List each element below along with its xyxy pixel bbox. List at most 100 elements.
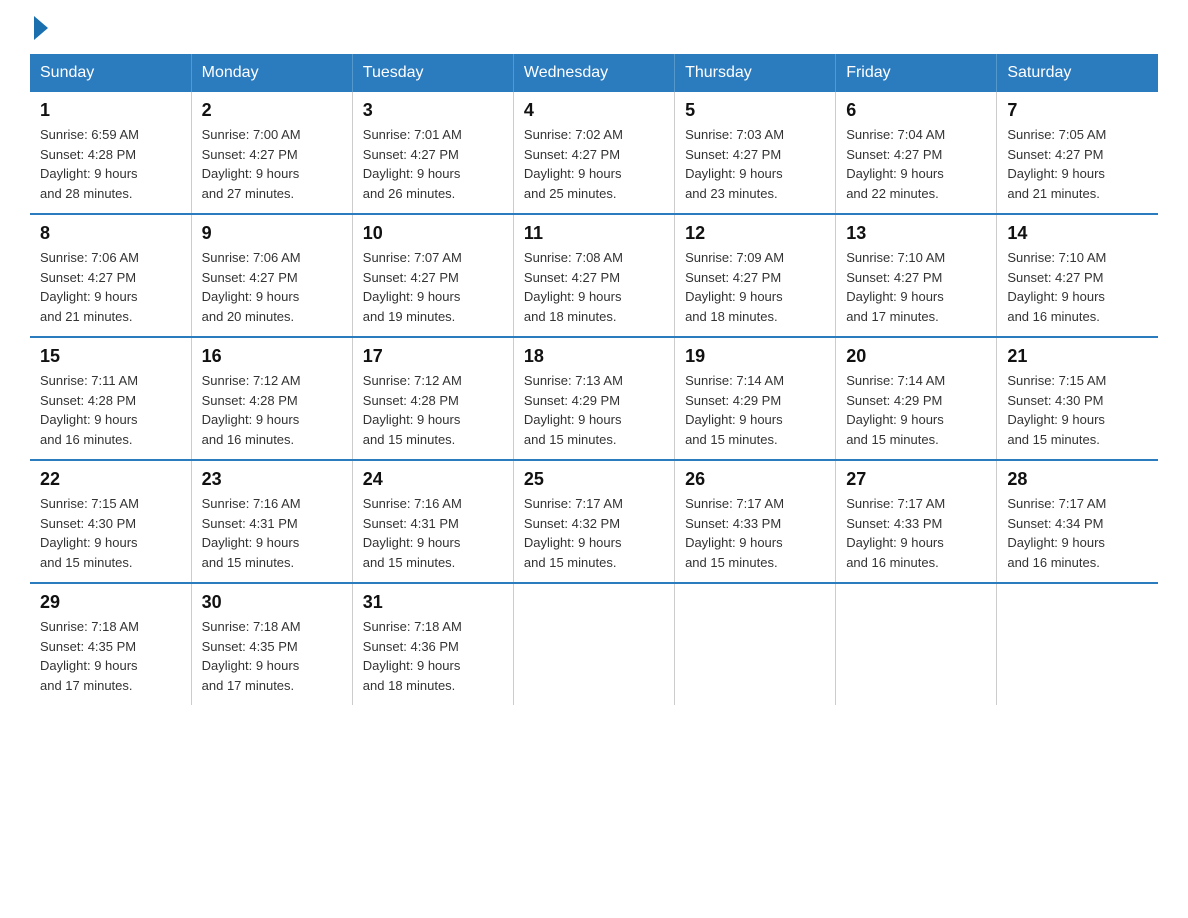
day-info: Sunrise: 7:10 AM Sunset: 4:27 PM Dayligh… [846, 248, 986, 326]
day-info: Sunrise: 6:59 AM Sunset: 4:28 PM Dayligh… [40, 125, 181, 203]
calendar-week-row: 22 Sunrise: 7:15 AM Sunset: 4:30 PM Dayl… [30, 460, 1158, 583]
calendar-cell: 22 Sunrise: 7:15 AM Sunset: 4:30 PM Dayl… [30, 460, 191, 583]
calendar-cell: 23 Sunrise: 7:16 AM Sunset: 4:31 PM Dayl… [191, 460, 352, 583]
day-info: Sunrise: 7:17 AM Sunset: 4:33 PM Dayligh… [685, 494, 825, 572]
calendar-header-wednesday: Wednesday [513, 54, 674, 92]
calendar-table: SundayMondayTuesdayWednesdayThursdayFrid… [30, 54, 1158, 705]
day-info: Sunrise: 7:09 AM Sunset: 4:27 PM Dayligh… [685, 248, 825, 326]
calendar-week-row: 8 Sunrise: 7:06 AM Sunset: 4:27 PM Dayli… [30, 214, 1158, 337]
day-number: 20 [846, 346, 986, 367]
day-info: Sunrise: 7:02 AM Sunset: 4:27 PM Dayligh… [524, 125, 664, 203]
calendar-cell: 19 Sunrise: 7:14 AM Sunset: 4:29 PM Dayl… [675, 337, 836, 460]
day-number: 7 [1007, 100, 1148, 121]
day-number: 14 [1007, 223, 1148, 244]
calendar-cell: 14 Sunrise: 7:10 AM Sunset: 4:27 PM Dayl… [997, 214, 1158, 337]
day-info: Sunrise: 7:16 AM Sunset: 4:31 PM Dayligh… [202, 494, 342, 572]
calendar-cell: 3 Sunrise: 7:01 AM Sunset: 4:27 PM Dayli… [352, 92, 513, 214]
day-info: Sunrise: 7:14 AM Sunset: 4:29 PM Dayligh… [846, 371, 986, 449]
day-number: 4 [524, 100, 664, 121]
day-info: Sunrise: 7:15 AM Sunset: 4:30 PM Dayligh… [40, 494, 181, 572]
day-number: 21 [1007, 346, 1148, 367]
day-info: Sunrise: 7:18 AM Sunset: 4:36 PM Dayligh… [363, 617, 503, 695]
day-info: Sunrise: 7:13 AM Sunset: 4:29 PM Dayligh… [524, 371, 664, 449]
calendar-cell: 15 Sunrise: 7:11 AM Sunset: 4:28 PM Dayl… [30, 337, 191, 460]
day-number: 15 [40, 346, 181, 367]
day-info: Sunrise: 7:03 AM Sunset: 4:27 PM Dayligh… [685, 125, 825, 203]
day-number: 17 [363, 346, 503, 367]
calendar-cell: 26 Sunrise: 7:17 AM Sunset: 4:33 PM Dayl… [675, 460, 836, 583]
calendar-cell: 31 Sunrise: 7:18 AM Sunset: 4:36 PM Dayl… [352, 583, 513, 705]
day-info: Sunrise: 7:06 AM Sunset: 4:27 PM Dayligh… [40, 248, 181, 326]
day-number: 27 [846, 469, 986, 490]
logo[interactable] [30, 20, 48, 36]
calendar-cell: 7 Sunrise: 7:05 AM Sunset: 4:27 PM Dayli… [997, 92, 1158, 214]
calendar-cell: 16 Sunrise: 7:12 AM Sunset: 4:28 PM Dayl… [191, 337, 352, 460]
day-info: Sunrise: 7:17 AM Sunset: 4:33 PM Dayligh… [846, 494, 986, 572]
calendar-cell [513, 583, 674, 705]
day-info: Sunrise: 7:18 AM Sunset: 4:35 PM Dayligh… [40, 617, 181, 695]
calendar-cell: 6 Sunrise: 7:04 AM Sunset: 4:27 PM Dayli… [836, 92, 997, 214]
day-info: Sunrise: 7:08 AM Sunset: 4:27 PM Dayligh… [524, 248, 664, 326]
calendar-cell: 24 Sunrise: 7:16 AM Sunset: 4:31 PM Dayl… [352, 460, 513, 583]
day-number: 8 [40, 223, 181, 244]
day-number: 23 [202, 469, 342, 490]
day-info: Sunrise: 7:16 AM Sunset: 4:31 PM Dayligh… [363, 494, 503, 572]
calendar-cell: 21 Sunrise: 7:15 AM Sunset: 4:30 PM Dayl… [997, 337, 1158, 460]
calendar-week-row: 29 Sunrise: 7:18 AM Sunset: 4:35 PM Dayl… [30, 583, 1158, 705]
day-number: 24 [363, 469, 503, 490]
day-info: Sunrise: 7:10 AM Sunset: 4:27 PM Dayligh… [1007, 248, 1148, 326]
calendar-header-tuesday: Tuesday [352, 54, 513, 92]
calendar-cell: 10 Sunrise: 7:07 AM Sunset: 4:27 PM Dayl… [352, 214, 513, 337]
calendar-cell [997, 583, 1158, 705]
day-number: 31 [363, 592, 503, 613]
day-number: 26 [685, 469, 825, 490]
calendar-header-sunday: Sunday [30, 54, 191, 92]
calendar-cell: 8 Sunrise: 7:06 AM Sunset: 4:27 PM Dayli… [30, 214, 191, 337]
day-number: 12 [685, 223, 825, 244]
calendar-cell: 13 Sunrise: 7:10 AM Sunset: 4:27 PM Dayl… [836, 214, 997, 337]
day-number: 13 [846, 223, 986, 244]
calendar-cell: 28 Sunrise: 7:17 AM Sunset: 4:34 PM Dayl… [997, 460, 1158, 583]
day-info: Sunrise: 7:17 AM Sunset: 4:34 PM Dayligh… [1007, 494, 1148, 572]
day-info: Sunrise: 7:00 AM Sunset: 4:27 PM Dayligh… [202, 125, 342, 203]
calendar-cell: 4 Sunrise: 7:02 AM Sunset: 4:27 PM Dayli… [513, 92, 674, 214]
calendar-header-monday: Monday [191, 54, 352, 92]
calendar-header-friday: Friday [836, 54, 997, 92]
day-number: 22 [40, 469, 181, 490]
day-number: 11 [524, 223, 664, 244]
day-number: 16 [202, 346, 342, 367]
page-header [30, 20, 1158, 36]
day-info: Sunrise: 7:11 AM Sunset: 4:28 PM Dayligh… [40, 371, 181, 449]
calendar-cell: 27 Sunrise: 7:17 AM Sunset: 4:33 PM Dayl… [836, 460, 997, 583]
calendar-cell: 12 Sunrise: 7:09 AM Sunset: 4:27 PM Dayl… [675, 214, 836, 337]
day-info: Sunrise: 7:18 AM Sunset: 4:35 PM Dayligh… [202, 617, 342, 695]
day-number: 9 [202, 223, 342, 244]
calendar-cell: 5 Sunrise: 7:03 AM Sunset: 4:27 PM Dayli… [675, 92, 836, 214]
calendar-body: 1 Sunrise: 6:59 AM Sunset: 4:28 PM Dayli… [30, 92, 1158, 705]
calendar-week-row: 1 Sunrise: 6:59 AM Sunset: 4:28 PM Dayli… [30, 92, 1158, 214]
calendar-header-thursday: Thursday [675, 54, 836, 92]
day-number: 6 [846, 100, 986, 121]
day-info: Sunrise: 7:05 AM Sunset: 4:27 PM Dayligh… [1007, 125, 1148, 203]
day-info: Sunrise: 7:06 AM Sunset: 4:27 PM Dayligh… [202, 248, 342, 326]
day-info: Sunrise: 7:15 AM Sunset: 4:30 PM Dayligh… [1007, 371, 1148, 449]
day-info: Sunrise: 7:04 AM Sunset: 4:27 PM Dayligh… [846, 125, 986, 203]
day-number: 30 [202, 592, 342, 613]
day-number: 1 [40, 100, 181, 121]
calendar-cell: 11 Sunrise: 7:08 AM Sunset: 4:27 PM Dayl… [513, 214, 674, 337]
calendar-cell [836, 583, 997, 705]
calendar-cell: 9 Sunrise: 7:06 AM Sunset: 4:27 PM Dayli… [191, 214, 352, 337]
day-number: 25 [524, 469, 664, 490]
calendar-header-saturday: Saturday [997, 54, 1158, 92]
day-info: Sunrise: 7:12 AM Sunset: 4:28 PM Dayligh… [202, 371, 342, 449]
calendar-cell: 1 Sunrise: 6:59 AM Sunset: 4:28 PM Dayli… [30, 92, 191, 214]
day-number: 10 [363, 223, 503, 244]
calendar-cell: 30 Sunrise: 7:18 AM Sunset: 4:35 PM Dayl… [191, 583, 352, 705]
calendar-cell: 25 Sunrise: 7:17 AM Sunset: 4:32 PM Dayl… [513, 460, 674, 583]
calendar-cell: 20 Sunrise: 7:14 AM Sunset: 4:29 PM Dayl… [836, 337, 997, 460]
calendar-cell: 2 Sunrise: 7:00 AM Sunset: 4:27 PM Dayli… [191, 92, 352, 214]
calendar-cell: 17 Sunrise: 7:12 AM Sunset: 4:28 PM Dayl… [352, 337, 513, 460]
calendar-cell: 18 Sunrise: 7:13 AM Sunset: 4:29 PM Dayl… [513, 337, 674, 460]
calendar-header: SundayMondayTuesdayWednesdayThursdayFrid… [30, 54, 1158, 92]
calendar-cell [675, 583, 836, 705]
